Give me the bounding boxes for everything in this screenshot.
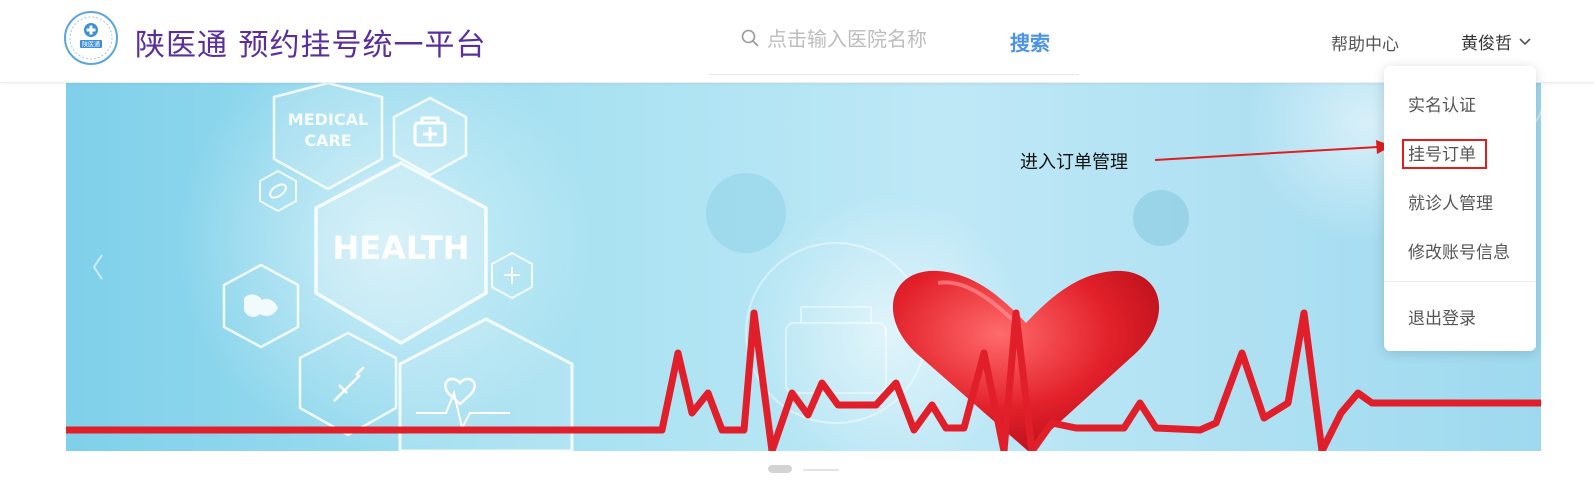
menu-item-patient-management[interactable]: 就诊人管理 xyxy=(1408,189,1493,214)
search-button[interactable]: 搜索 xyxy=(1010,27,1050,56)
shaanxi-medical-logo[interactable]: 陕医通 xyxy=(63,10,119,66)
menu-item-logout[interactable]: 退出登录 xyxy=(1408,304,1476,329)
platform-title: 陕医通 预约挂号统一平台 xyxy=(135,28,487,63)
chevron-down-icon xyxy=(1519,37,1531,45)
health-banner-art: MEDICAL CARE HEALTH xyxy=(66,83,1541,451)
annotation-text: 进入订单管理 xyxy=(1020,152,1128,173)
search-icon xyxy=(741,29,759,47)
top-header: 陕医通 陕医通 预约挂号统一平台 搜索 帮助中心 黄俊哲 xyxy=(0,0,1594,83)
hex-label-care: CARE xyxy=(304,131,351,150)
user-menu-trigger[interactable]: 黄俊哲 xyxy=(1461,29,1532,54)
svg-text:陕医通: 陕医通 xyxy=(82,41,100,49)
menu-item-edit-account[interactable]: 修改账号信息 xyxy=(1408,238,1510,263)
user-dropdown-menu: 实名认证 挂号订单 就诊人管理 修改账号信息 退出登录 xyxy=(1384,66,1536,351)
hex-label-medical: MEDICAL xyxy=(288,110,368,129)
menu-divider xyxy=(1384,281,1536,282)
carousel-dot-2[interactable] xyxy=(803,469,839,471)
carousel-prev-icon xyxy=(92,254,103,280)
highlight-box xyxy=(1402,139,1487,169)
carousel-dot-1[interactable] xyxy=(768,465,792,473)
user-name: 黄俊哲 xyxy=(1461,34,1512,54)
hex-label-health: HEALTH xyxy=(332,229,469,267)
help-center-link[interactable]: 帮助中心 xyxy=(1331,30,1399,55)
search-input[interactable] xyxy=(767,22,947,56)
menu-item-real-name-auth[interactable]: 实名认证 xyxy=(1408,91,1476,116)
hero-banner[interactable]: MEDICAL CARE HEALTH xyxy=(66,83,1541,451)
